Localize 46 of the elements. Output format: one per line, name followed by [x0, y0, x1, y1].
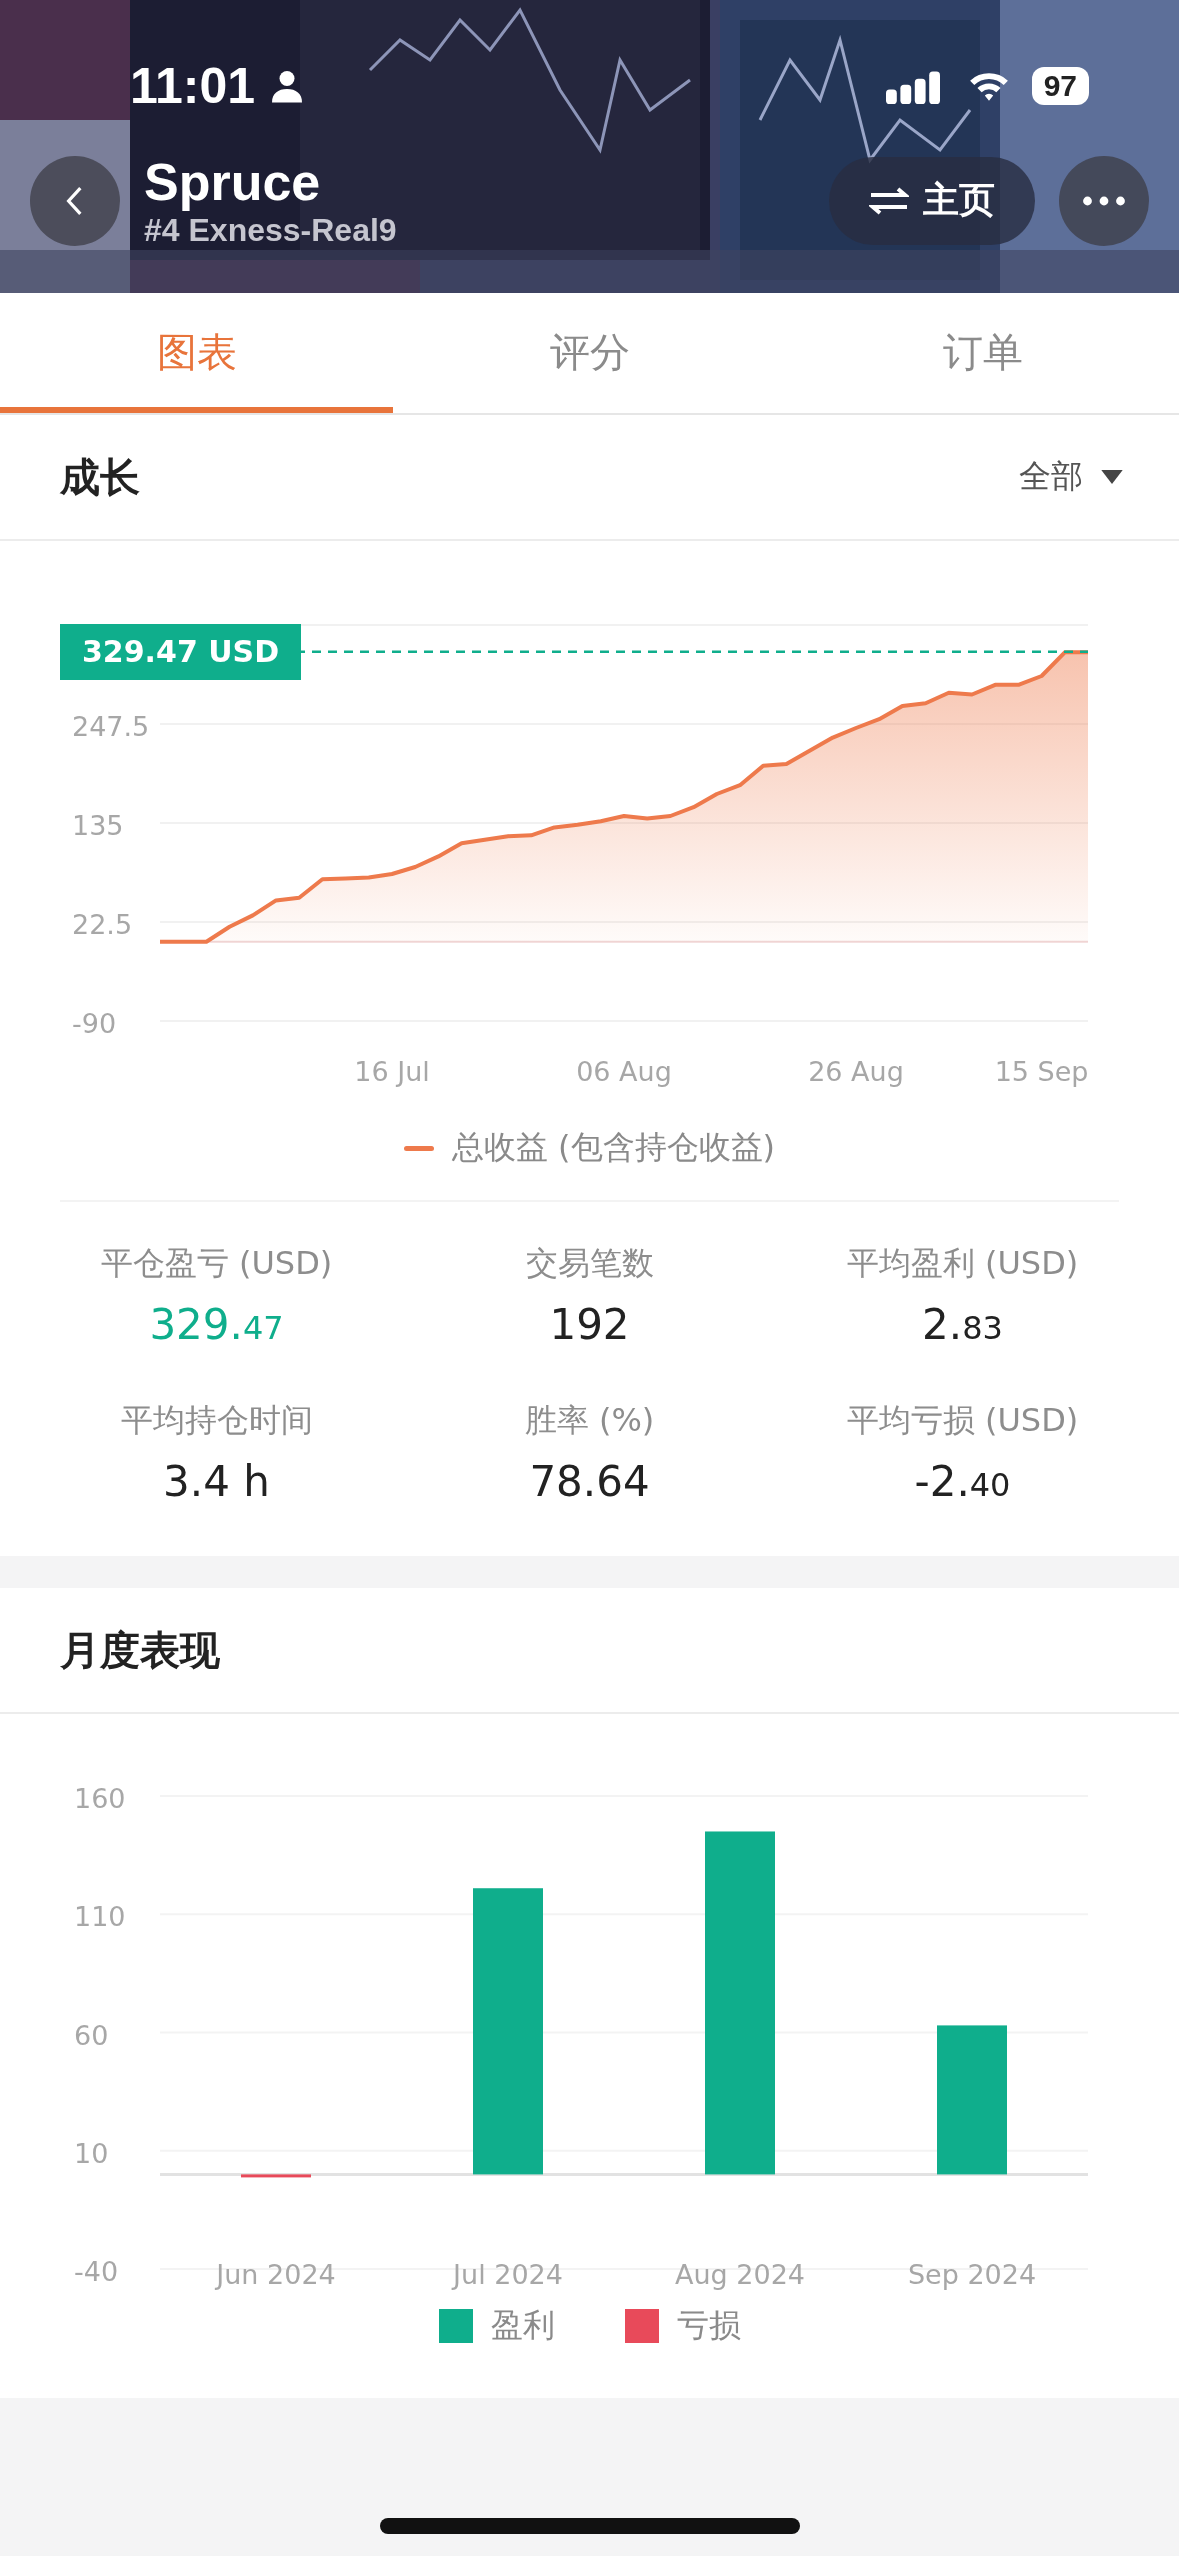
legend-label: 亏损: [676, 2305, 741, 2346]
stat-label: 平仓盈亏 (USD): [100, 1243, 333, 1284]
home-button[interactable]: 主页: [829, 156, 1035, 245]
stat-label: 胜率 (%): [524, 1400, 655, 1441]
stat-label: 平均盈利 (USD): [846, 1243, 1079, 1284]
axis-label: 15 Sep: [994, 1056, 1089, 1087]
swap-arrows-icon: [869, 185, 909, 216]
axis-label: Aug 2024: [675, 2259, 805, 2290]
axis-label: Jul 2024: [453, 2259, 563, 2290]
axis-label: 22.5: [72, 909, 133, 940]
stat-value: 2.83: [922, 1300, 1003, 1349]
axis-label: 26 Aug: [808, 1056, 904, 1087]
legend-label: 盈利: [490, 2305, 555, 2346]
legend-label: 总收益 (包含持仓收益): [451, 1127, 776, 1168]
axis-label: 16 Jul: [354, 1056, 430, 1087]
stat-value: 192: [549, 1300, 630, 1349]
stat-label: 平均持仓时间: [120, 1400, 313, 1441]
axis-label: -90: [72, 1008, 117, 1039]
axis-label: 247.5: [72, 711, 150, 742]
section-title: 成长: [60, 452, 140, 502]
filter-dropdown[interactable]: 全部: [1013, 454, 1129, 500]
stat-value: 78.64: [529, 1457, 650, 1506]
stat-value: -2.40: [914, 1457, 1011, 1506]
account-name: Spruce: [144, 152, 322, 212]
axis-label: 60: [74, 2019, 109, 2051]
caret-icon: [1101, 469, 1123, 485]
axis-label: -40: [74, 2256, 119, 2287]
battery-indicator: 97: [1031, 67, 1089, 105]
axis-label: 06 Aug: [576, 1056, 672, 1087]
axis-label: 10: [74, 2137, 109, 2169]
axis-label: Sep 2024: [907, 2259, 1037, 2290]
axis-label: 160: [74, 1783, 126, 1814]
bar: [241, 2174, 311, 2178]
more-icon: [1082, 194, 1126, 207]
stat-value: 329.47: [149, 1300, 284, 1349]
stat-label: 交易笔数: [525, 1243, 654, 1284]
section-title: 月度表现: [60, 1625, 220, 1675]
axis-label: Jun 2024: [216, 2259, 336, 2290]
status-time: 11:01: [130, 57, 256, 115]
axis-label: 110: [74, 1901, 126, 1933]
stat-value: 3.4 h: [163, 1457, 270, 1506]
stat-label: 平均亏损 (USD): [846, 1400, 1079, 1441]
wifi-icon: [967, 70, 1010, 102]
axis-label: 135: [72, 810, 124, 841]
value-badge: 329.47 USD: [60, 623, 302, 680]
account-id: #4 Exness-Real9: [144, 212, 398, 249]
